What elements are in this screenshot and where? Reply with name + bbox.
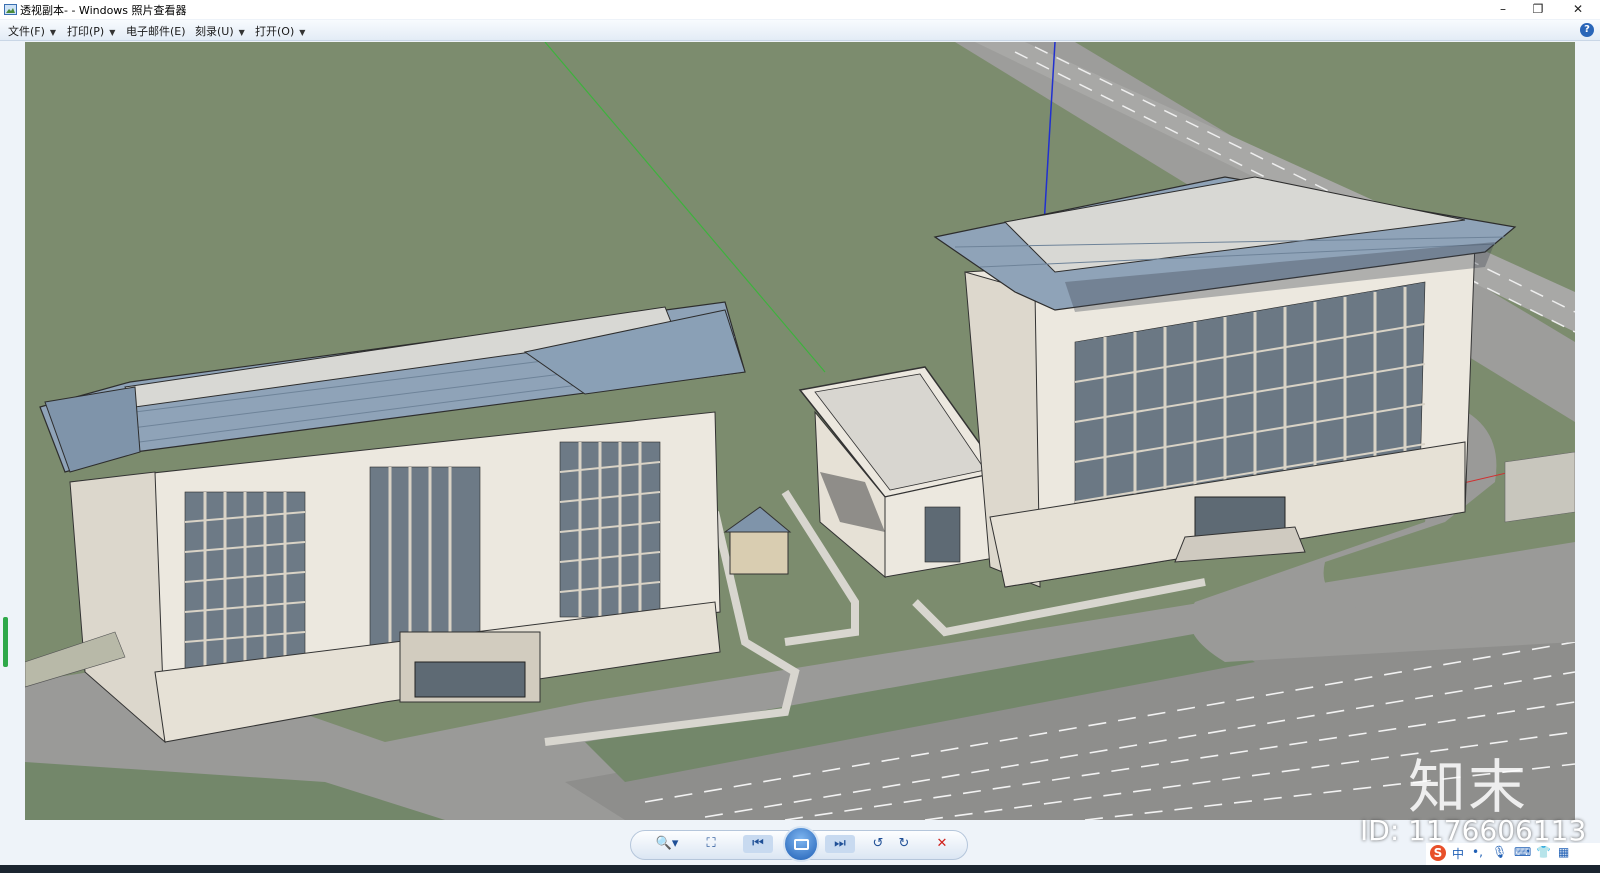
punctuation-icon[interactable]: •, bbox=[1472, 845, 1483, 859]
menu-file[interactable]: 文件(F) ▼ bbox=[8, 23, 56, 39]
fit-to-window-icon[interactable]: ⛶ bbox=[701, 835, 721, 853]
menu-bar: 文件(F) ▼ 打印(P) ▼ 电子邮件(E) 刻录(U) ▼ 打开(O) ▼ ? bbox=[0, 20, 1600, 41]
architectural-rendering bbox=[25, 42, 1575, 820]
menu-open-label: 打开(O) bbox=[255, 25, 295, 38]
menu-print[interactable]: 打印(P) ▼ bbox=[67, 23, 115, 39]
image-viewer-area bbox=[0, 42, 1600, 830]
zoom-icon[interactable]: 🔍▾ bbox=[653, 835, 681, 853]
zoom-slider-handle[interactable] bbox=[2, 617, 10, 667]
rotate-left-icon[interactable]: ↺ bbox=[869, 835, 887, 853]
chevron-down-icon: ▼ bbox=[299, 28, 306, 37]
taskbar bbox=[0, 865, 1600, 873]
menu-burn-label: 刻录(U) bbox=[195, 25, 234, 38]
menu-open[interactable]: 打开(O) ▼ bbox=[255, 23, 305, 39]
maximize-button[interactable]: ❐ bbox=[1523, 0, 1553, 19]
menu-print-label: 打印(P) bbox=[67, 25, 105, 38]
next-button[interactable]: ⏭ bbox=[825, 835, 855, 853]
previous-button[interactable]: ⏮ bbox=[743, 835, 773, 853]
chevron-down-icon: ▼ bbox=[238, 28, 245, 37]
minimize-button[interactable]: – bbox=[1488, 0, 1518, 19]
sogou-ime-icon[interactable]: S bbox=[1430, 845, 1446, 861]
slideshow-button[interactable] bbox=[783, 826, 819, 862]
keyboard-icon[interactable]: ⌨ bbox=[1514, 845, 1531, 859]
window-title: 透视副本- - Windows 照片查看器 bbox=[20, 4, 187, 17]
chevron-down-icon: ▼ bbox=[49, 28, 57, 37]
displayed-image bbox=[25, 42, 1575, 820]
skin-icon[interactable]: 👕 bbox=[1536, 845, 1551, 859]
watermark-logo: 知末 bbox=[1408, 753, 1529, 821]
title-bar: 透视副本- - Windows 照片查看器 – ❐ ✕ bbox=[0, 0, 1600, 19]
slideshow-icon bbox=[794, 839, 809, 850]
microphone-icon[interactable]: 🎙 bbox=[1492, 845, 1507, 859]
photo-viewer-window: 透视副本- - Windows 照片查看器 – ❐ ✕ 文件(F) ▼ 打印(P)… bbox=[0, 0, 1600, 873]
delete-icon[interactable]: ✕ bbox=[933, 835, 951, 853]
toolbox-grid-icon[interactable]: ▦ bbox=[1558, 845, 1569, 859]
ime-tray: S 中 •, 🎙 ⌨ 👕 ▦ bbox=[1426, 843, 1600, 865]
close-button[interactable]: ✕ bbox=[1563, 0, 1593, 19]
chevron-down-icon: ▼ bbox=[109, 28, 116, 37]
photo-viewer-app-icon bbox=[4, 4, 17, 15]
ime-language-label[interactable]: 中 bbox=[1452, 845, 1464, 862]
help-icon[interactable]: ? bbox=[1580, 23, 1594, 37]
menu-burn[interactable]: 刻录(U) ▼ bbox=[195, 23, 245, 39]
menu-file-label: 文件(F) bbox=[8, 25, 45, 38]
menu-email[interactable]: 电子邮件(E) bbox=[126, 23, 186, 39]
menu-email-label: 电子邮件(E) bbox=[126, 25, 186, 38]
rotate-right-icon[interactable]: ↻ bbox=[895, 835, 913, 853]
